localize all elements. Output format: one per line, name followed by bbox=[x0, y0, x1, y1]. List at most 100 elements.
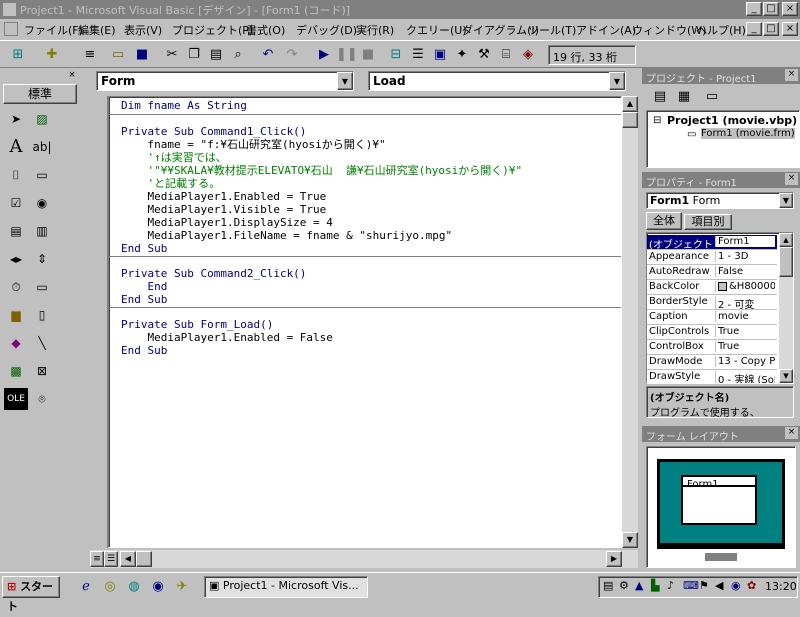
start-button[interactable]: ⊞ スタート bbox=[2, 576, 60, 613]
open-folder-icon[interactable]: ▭ bbox=[108, 45, 128, 65]
textbox-tool-icon[interactable]: ab| bbox=[30, 136, 54, 158]
toolbox-close-icon[interactable]: × bbox=[66, 70, 78, 81]
scroll-left-icon[interactable]: ◀ bbox=[120, 551, 136, 567]
taskbar-vb-button[interactable]: ▣ Project1 - Microsoft Vis... bbox=[204, 576, 368, 598]
child-close-button[interactable]: × bbox=[782, 22, 798, 36]
property-row[interactable]: BackColor&H8000000F bbox=[647, 280, 777, 295]
optionbutton-tool-icon[interactable]: ◉ bbox=[30, 192, 54, 214]
close-icon[interactable]: × bbox=[785, 427, 798, 439]
outlook-icon[interactable]: ◎ bbox=[100, 577, 120, 597]
view-code-icon[interactable]: ▤ bbox=[650, 87, 670, 107]
property-row[interactable]: ControlBox True bbox=[647, 340, 777, 355]
vscrollbar-tool-icon[interactable]: ⇕ bbox=[30, 248, 54, 270]
object-selector[interactable]: Form1 Form ▼ bbox=[646, 192, 794, 209]
minimize-button[interactable]: _ bbox=[746, 2, 762, 16]
horizontal-scrollbar[interactable]: ≡ ☰ ◀ ▶ bbox=[90, 550, 638, 568]
combobox-tool-icon[interactable]: ▤ bbox=[4, 220, 28, 242]
cut-icon[interactable]: ✂ bbox=[162, 45, 182, 65]
tray-icon[interactable]: ✿ bbox=[747, 579, 756, 592]
form-preview[interactable]: Form1 bbox=[681, 475, 757, 525]
scroll-thumb[interactable] bbox=[622, 112, 638, 128]
toolbox-icon[interactable]: ⚒ bbox=[474, 45, 494, 65]
label-tool-icon[interactable]: A bbox=[4, 136, 28, 158]
tray-icon[interactable]: ▤ bbox=[603, 579, 613, 592]
property-row[interactable]: Appearance 1 - 3D bbox=[647, 250, 777, 265]
scroll-right-icon[interactable]: ▶ bbox=[606, 551, 622, 567]
mediaplayer-tool-icon[interactable]: ⌾ bbox=[30, 388, 54, 410]
listbox-tool-icon[interactable]: ▥ bbox=[30, 220, 54, 242]
scroll-thumb[interactable] bbox=[779, 247, 793, 277]
tab-alphabetic[interactable]: 全体 bbox=[646, 212, 682, 230]
tab-categorized[interactable]: 項目別 bbox=[684, 214, 732, 230]
property-row[interactable]: ClipControls True bbox=[647, 325, 777, 340]
desktop-icon[interactable]: ◍ bbox=[124, 577, 144, 597]
form-layout-icon[interactable]: ▣ bbox=[430, 45, 450, 65]
vertical-scrollbar[interactable]: ▲ ▼ bbox=[622, 96, 638, 548]
scroll-down-icon[interactable]: ▼ bbox=[622, 532, 638, 548]
menu-file[interactable]: ファイル(F) bbox=[24, 22, 83, 38]
tray-icon[interactable]: ⌨ bbox=[683, 579, 699, 592]
tray-icon[interactable]: ⚑ bbox=[699, 579, 709, 592]
chevron-down-icon[interactable]: ▼ bbox=[337, 72, 353, 90]
menu-view[interactable]: 表示(V) bbox=[124, 22, 162, 38]
drivelistbox-tool-icon[interactable]: ▭ bbox=[30, 276, 54, 298]
menu-debug[interactable]: デバッグ(D) bbox=[296, 22, 357, 38]
find-icon[interactable]: ⌕ bbox=[228, 45, 248, 65]
stop-icon[interactable]: ■ bbox=[358, 45, 378, 65]
toolbox-tab-general[interactable]: 標準 bbox=[3, 84, 77, 104]
shape-tool-icon[interactable]: ◆ bbox=[4, 332, 28, 354]
menu-project[interactable]: プロジェクト(P) bbox=[172, 22, 253, 38]
properties-window-icon[interactable]: ☰ bbox=[408, 45, 428, 65]
tray-icon[interactable]: ◀ bbox=[715, 579, 723, 592]
menu-addin[interactable]: アドイン(A) bbox=[576, 22, 636, 38]
vb-app-icon[interactable] bbox=[3, 3, 16, 16]
menu-editor-icon[interactable]: ≡ bbox=[80, 45, 100, 65]
visual-component-icon[interactable]: ◈ bbox=[518, 45, 538, 65]
property-row[interactable]: Caption movie bbox=[647, 310, 777, 325]
scroll-up-icon[interactable]: ▲ bbox=[779, 233, 793, 247]
menu-edit[interactable]: 編集(E) bbox=[78, 22, 116, 38]
project-explorer-icon[interactable]: ⊟ bbox=[386, 45, 406, 65]
tree-collapse-icon[interactable]: ⊟ bbox=[653, 115, 661, 126]
view-object-icon[interactable]: ▦ bbox=[674, 87, 694, 107]
chevron-down-icon[interactable]: ▼ bbox=[609, 72, 625, 90]
property-row[interactable]: DrawStyle0 - 実線 (Solid) bbox=[647, 370, 777, 383]
close-icon[interactable]: × bbox=[785, 173, 798, 185]
hscrollbar-tool-icon[interactable]: ◂▸ bbox=[4, 248, 28, 270]
close-icon[interactable]: × bbox=[785, 69, 798, 81]
child-restore-button[interactable]: □ bbox=[763, 22, 779, 36]
scroll-down-icon[interactable]: ▼ bbox=[779, 369, 793, 383]
ie-icon[interactable]: ℯ bbox=[76, 577, 96, 597]
property-scrollbar[interactable]: ▲ ▼ bbox=[779, 233, 793, 383]
channels-icon[interactable]: ◉ bbox=[148, 577, 168, 597]
maximize-button[interactable]: □ bbox=[763, 2, 779, 16]
commandbutton-tool-icon[interactable]: ▭ bbox=[30, 164, 54, 186]
data-view-icon[interactable]: ⌸ bbox=[496, 45, 516, 65]
quicklaunch-icon[interactable]: ✈ bbox=[172, 577, 192, 597]
property-row[interactable]: BorderStyle 2 - 可変 bbox=[647, 295, 777, 311]
property-row[interactable]: DrawMode13 - Copy Pen bbox=[647, 355, 777, 370]
data-tool-icon[interactable]: ⊠ bbox=[30, 360, 54, 382]
redo-icon[interactable]: ↷ bbox=[282, 45, 302, 65]
property-row-selected[interactable]: (オブジェクト名)Form1 bbox=[647, 235, 777, 251]
run-icon[interactable]: ▶ bbox=[314, 45, 334, 65]
add-form-icon[interactable]: ✚ bbox=[42, 45, 62, 65]
timer-tool-icon[interactable]: ⏱ bbox=[4, 276, 28, 298]
object-combo[interactable]: Form ▼ bbox=[96, 71, 354, 91]
hscroll-thumb[interactable] bbox=[136, 551, 152, 567]
filelistbox-tool-icon[interactable]: ▯ bbox=[30, 304, 54, 326]
close-button[interactable]: × bbox=[782, 2, 798, 16]
image-tool-icon[interactable]: ▩ bbox=[4, 360, 28, 382]
menu-run[interactable]: 実行(R) bbox=[356, 22, 394, 38]
menu-format[interactable]: 書式(O) bbox=[246, 22, 285, 38]
undo-icon[interactable]: ↶ bbox=[258, 45, 278, 65]
code-editor[interactable]: Dim fname As String Private Sub Command1… bbox=[108, 96, 622, 548]
picturebox-tool-icon[interactable]: ▨ bbox=[30, 108, 54, 130]
toggle-folders-icon[interactable]: ▭ bbox=[702, 87, 722, 107]
frame-tool-icon[interactable]: ⌷ bbox=[4, 164, 28, 186]
procedure-view-icon[interactable]: ≡ bbox=[90, 551, 104, 567]
tray-icon[interactable]: ▙ bbox=[651, 579, 659, 592]
form-node[interactable]: Form1 (movie.frm) bbox=[701, 128, 795, 139]
object-browser-icon[interactable]: ✦ bbox=[452, 45, 472, 65]
dirlistbox-tool-icon[interactable]: ▆ bbox=[4, 304, 28, 326]
